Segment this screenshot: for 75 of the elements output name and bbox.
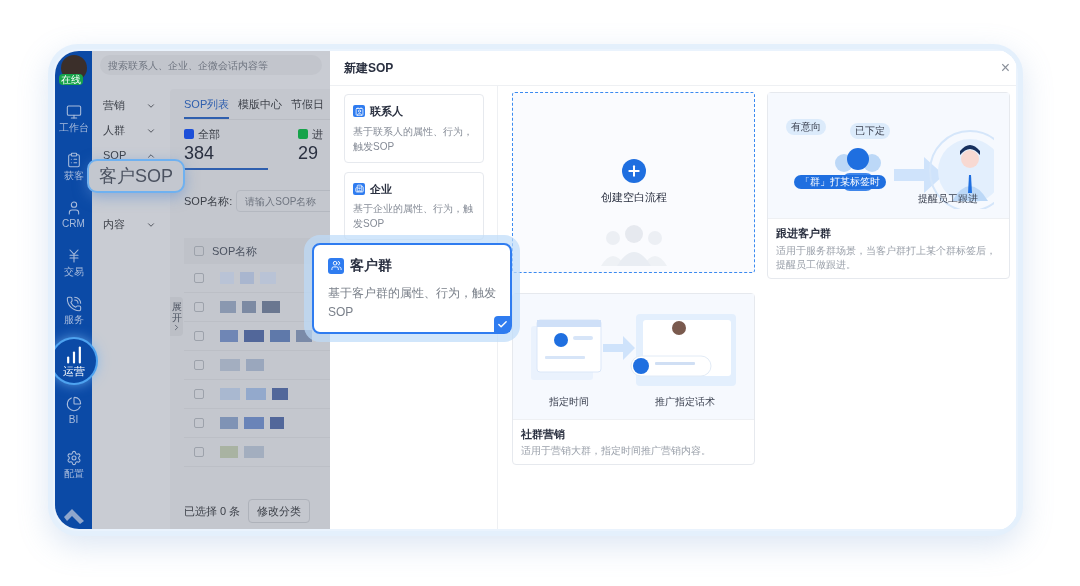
menu-item[interactable]: 营销 <box>92 93 170 118</box>
stat-label: 全部 <box>198 126 220 142</box>
checkbox[interactable] <box>194 360 204 370</box>
expand-tab[interactable]: 展开 <box>170 297 183 336</box>
type-card[interactable]: 联系人 基于联系人的属性、行为，触发SOP <box>344 94 484 163</box>
stat-value: 29 <box>298 142 320 164</box>
checkbox[interactable] <box>194 302 204 312</box>
blurred-text <box>220 359 264 371</box>
change-category-button[interactable]: 修改分类 <box>248 498 311 523</box>
tag-bubble: 有意向 <box>786 119 826 135</box>
nav-item[interactable]: 配置 <box>58 445 89 485</box>
tab[interactable]: 模版中心 <box>238 96 283 119</box>
chevron-right-icon <box>172 323 181 332</box>
dialog-title: 新建SOP <box>344 60 394 77</box>
illustration-caption: 提醒员工跟进 <box>918 192 978 206</box>
type-description: 基于客户群的属性、行为，触发SOP <box>328 285 496 321</box>
checkbox[interactable] <box>194 447 204 457</box>
nav-item[interactable]: 交易 <box>58 243 89 283</box>
selection-count: 已选择 0 条 <box>184 503 241 519</box>
template-card[interactable]: 指定时间 推广指定话术 社群营销 适用于营销大群，指定时间推广营销内容。 <box>512 292 755 465</box>
stat-card[interactable]: 进 29 <box>298 125 323 170</box>
logo-icon <box>61 507 86 525</box>
filter-label: SOP名称: <box>184 193 233 209</box>
type-title: 客户群 <box>350 256 392 275</box>
tag-bubble: 已下定 <box>850 123 890 139</box>
illustration-caption: 推广指定话术 <box>655 394 715 409</box>
nav-item[interactable]: CRM <box>58 195 89 235</box>
blurred-text <box>220 272 276 284</box>
template-title: 社群营销 <box>521 426 566 442</box>
plus-icon <box>621 159 646 183</box>
type-title: 企业 <box>370 181 392 197</box>
contact-icon <box>353 105 365 118</box>
type-description: 基于联系人的属性、行为，触发SOP <box>353 124 474 154</box>
pie-chart-icon <box>65 396 82 412</box>
tab[interactable]: 节假日 <box>291 96 325 119</box>
template-title: 创建空白流程 <box>600 190 667 205</box>
stat-value: 384 <box>184 142 216 164</box>
stat-label: 进 <box>312 126 323 142</box>
menu-subitem[interactable]: 客户SOP <box>87 159 185 193</box>
nav-item[interactable]: 工作台 <box>58 99 89 139</box>
nav-item[interactable]: 获客 <box>58 147 89 187</box>
trigger-badge: 「群」打某标签时 <box>794 175 886 189</box>
building-icon <box>353 182 365 195</box>
group-icon <box>328 257 344 274</box>
type-description: 基于企业的属性、行为，触发SOP <box>353 202 474 231</box>
blurred-text <box>220 417 284 429</box>
template-description: 适用于营销大群，指定时间推广营销内容。 <box>521 444 712 458</box>
settings-icon <box>65 450 82 466</box>
type-title: 联系人 <box>370 104 403 119</box>
checkbox[interactable] <box>194 331 204 341</box>
template-description: 适用于服务群场景，当客户群打上某个群标签后，提醒员工做跟进。 <box>776 243 997 272</box>
stat-card[interactable]: 全部 384 <box>184 125 268 170</box>
checkbox[interactable] <box>194 389 204 399</box>
phone-icon <box>65 296 82 312</box>
menu-item[interactable]: 人群 <box>92 118 170 143</box>
blank-template-card[interactable]: 创建空白流程 <box>512 92 755 273</box>
blurred-text <box>220 301 280 313</box>
tab[interactable]: SOP列表 <box>184 96 230 119</box>
checkbox[interactable] <box>194 273 204 283</box>
checkbox[interactable] <box>194 418 204 428</box>
column-header: SOP名称 <box>212 243 258 259</box>
template-title: 跟进客户群 <box>776 226 832 241</box>
status-badge: 在线 <box>58 74 83 85</box>
monitor-icon <box>65 104 82 120</box>
blurred-text <box>220 388 288 400</box>
blurred-text <box>220 446 264 458</box>
illustration-caption: 指定时间 <box>549 394 589 409</box>
template-card[interactable]: 有意向 已下定 「群」打某标签时 提醒员工跟进 跟进客户群 适用于服务群场景，当客户群打上某个群标签后，提醒员工做跟进。 <box>767 92 1010 279</box>
clipboard-icon <box>65 152 82 168</box>
checkbox[interactable] <box>194 246 204 256</box>
nav-item[interactable]: BI <box>58 391 89 431</box>
menu-item[interactable]: 内容 <box>92 212 170 237</box>
check-icon <box>494 316 510 332</box>
nav-item[interactable]: 服务 <box>58 291 89 331</box>
nav-item[interactable]: 运营 <box>55 339 96 383</box>
